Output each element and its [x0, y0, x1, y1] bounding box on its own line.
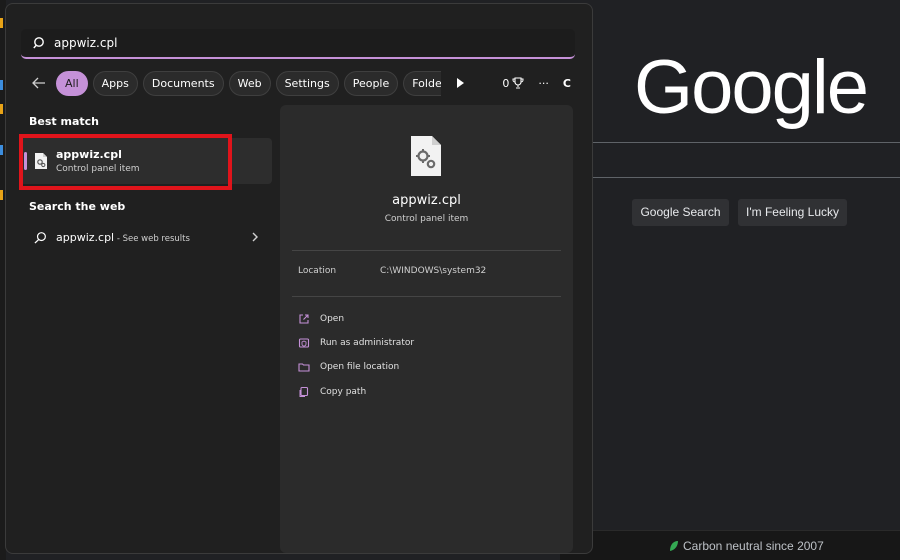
action-open-label: Open [320, 314, 345, 324]
best-match-result[interactable]: appwiz.cpl Control panel item [20, 138, 272, 184]
location-value: C:\WINDOWS\system32 [380, 266, 487, 276]
carbon-neutral-text: Carbon neutral since 2007 [683, 539, 824, 553]
web-query: appwiz.cpl [56, 231, 115, 244]
best-match-subtitle: Control panel item [56, 164, 140, 174]
search-box[interactable] [21, 29, 575, 59]
web-result-text: appwiz.cpl - See web results [56, 231, 190, 244]
rewards-points[interactable]: 0 [502, 77, 524, 90]
filter-chip-documents[interactable]: Documents [142, 70, 224, 96]
filter-chip-all[interactable]: All [56, 70, 88, 96]
search-input[interactable] [54, 36, 534, 50]
action-copy-path-label: Copy path [320, 387, 367, 397]
points-count: 0 [502, 76, 510, 90]
web-search-result[interactable]: appwiz.cpl - See web results [20, 222, 272, 252]
filter-right-controls: 0 ··· C [502, 70, 571, 96]
chevron-right-icon[interactable] [250, 231, 260, 243]
carbon-neutral-link[interactable]: Carbon neutral since 2007 [669, 539, 824, 553]
windows-search-panel: All Apps Documents Web Settings People F… [5, 3, 593, 554]
divider [292, 250, 561, 251]
settings-file-icon [35, 153, 47, 169]
google-search-bar[interactable] [560, 142, 900, 178]
best-match-title: appwiz.cpl [56, 148, 122, 161]
filter-chip-folders[interactable]: Folde [403, 70, 442, 96]
action-open[interactable]: Open [298, 311, 344, 327]
back-button[interactable] [26, 70, 52, 96]
search-icon [33, 37, 44, 49]
trophy-icon [512, 77, 524, 89]
action-open-file-location[interactable]: Open file location [298, 359, 399, 375]
open-icon [299, 314, 309, 324]
search-icon [34, 232, 46, 244]
action-run-as-admin-label: Run as administrator [320, 338, 415, 348]
google-search-button[interactable]: Google Search [632, 199, 729, 226]
filter-chip-web[interactable]: Web [228, 70, 271, 96]
results-list: Best match appwiz.cpl Control panel item… [6, 104, 278, 544]
result-details-pane: appwiz.cpl Control panel item Location C… [280, 105, 573, 553]
best-match-heading: Best match [29, 115, 99, 128]
search-web-heading: Search the web [29, 200, 126, 213]
web-suffix: - See web results [114, 234, 190, 244]
profile-button[interactable]: C [563, 77, 571, 90]
arrow-left-icon [32, 77, 45, 89]
feeling-lucky-button[interactable]: I'm Feeling Lucky [738, 199, 847, 226]
folder-icon [298, 363, 310, 372]
play-icon[interactable] [452, 75, 468, 91]
leaf-icon [670, 541, 678, 551]
detail-title: appwiz.cpl [392, 193, 461, 208]
settings-file-icon [411, 136, 441, 176]
action-copy-path[interactable]: Copy path [298, 384, 366, 400]
filter-chip-apps[interactable]: Apps [92, 70, 138, 96]
action-open-file-location-label: Open file location [320, 362, 400, 372]
google-logo: Google [634, 45, 869, 130]
shield-icon [298, 338, 310, 348]
filter-bar: All Apps Documents Web Settings People F… [26, 70, 581, 96]
filter-chip-settings[interactable]: Settings [275, 70, 339, 96]
copy-icon [299, 386, 309, 397]
filter-chip-people[interactable]: People [343, 70, 399, 96]
action-run-as-admin[interactable]: Run as administrator [298, 335, 414, 351]
divider [292, 296, 561, 297]
more-options-button[interactable]: ··· [538, 77, 549, 90]
location-label: Location [298, 266, 337, 276]
detail-subtitle: Control panel item [384, 214, 469, 224]
selection-indicator [24, 152, 27, 170]
